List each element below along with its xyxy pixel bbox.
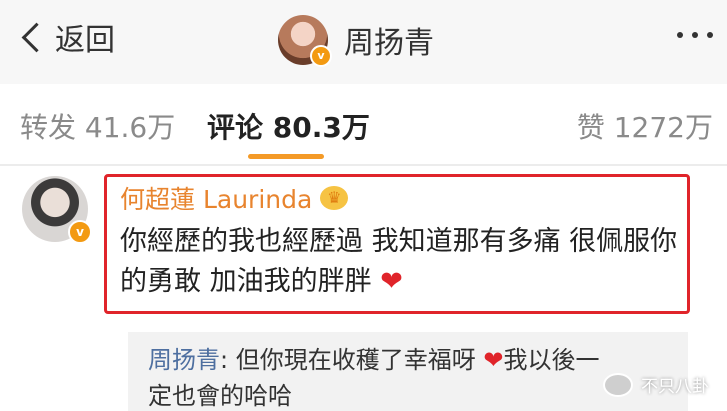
page-title: 周扬青 — [344, 26, 434, 61]
active-tab-indicator — [248, 154, 324, 159]
navigation-bar: 返回 v 周扬青 — [0, 0, 727, 84]
reply-line-1: 周扬青: 但你現在收穫了幸福呀 ❤我以後一 — [148, 340, 599, 375]
reply-text-1: : 但你現在收穫了幸福呀 — [220, 346, 476, 374]
commenter-avatar[interactable]: v — [22, 176, 92, 244]
heart-icon: ❤ — [380, 266, 403, 297]
tab-repost[interactable]: 转发 41.6万 — [20, 106, 175, 146]
wechat-icon — [603, 372, 633, 397]
avatar[interactable]: v — [278, 15, 332, 67]
comment-author-name: 何超蓮 Laurinda — [120, 185, 313, 214]
back-label: 返回 — [55, 23, 115, 58]
tab-like[interactable]: 赞 1272万 — [577, 106, 713, 146]
tab-bar: 转发 41.6万 评论 80.3万 赞 1272万 — [0, 84, 727, 166]
comment-item: v 何超蓮 Laurinda ♛ 你經歷的我也經歷過 我知道那有多痛 很佩服你的… — [0, 166, 727, 411]
back-button[interactable]: 返回 — [18, 17, 115, 58]
header-profile[interactable]: v 周扬青 — [278, 8, 434, 72]
more-options-icon[interactable] — [677, 32, 713, 38]
chevron-left-icon — [21, 22, 52, 52]
crown-icon: ♛ — [320, 186, 349, 210]
reply-text-1b: 我以後一 — [503, 346, 600, 374]
verified-badge-icon: v — [68, 220, 92, 244]
watermark-text: 不只八卦 — [641, 377, 709, 397]
heart-icon: ❤ — [483, 346, 504, 374]
watermark: 不只八卦 — [603, 372, 709, 397]
comment-author[interactable]: 何超蓮 Laurinda ♛ — [120, 180, 349, 216]
comment-text: 你經歷的我也經歷過 我知道那有多痛 很佩服你的勇敢 加油我的胖胖 ❤ — [120, 222, 688, 302]
verified-badge-icon: v — [310, 45, 332, 67]
reply-author[interactable]: 周扬青 — [148, 346, 220, 374]
reply-line-2: 定也會的哈哈 — [148, 382, 292, 410]
tab-comment[interactable]: 评论 80.3万 — [207, 106, 370, 146]
